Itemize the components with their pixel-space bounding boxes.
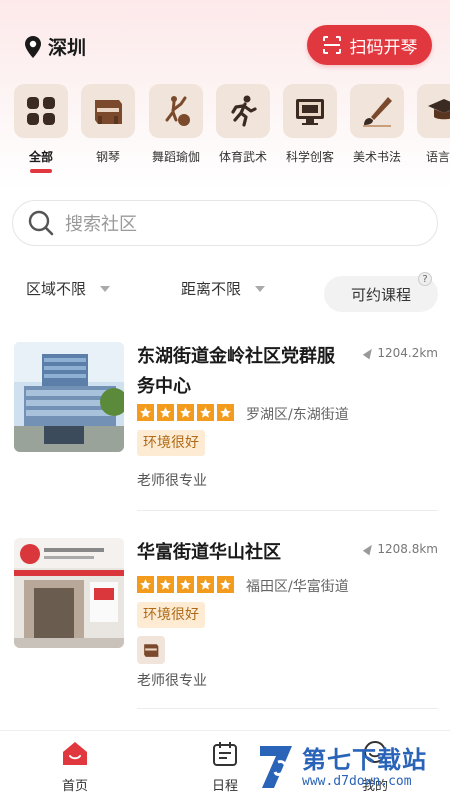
- community-photo: [14, 538, 124, 648]
- star-icon: [217, 404, 234, 421]
- community-photo: [14, 342, 124, 452]
- distance-readout: 1208.8km: [363, 542, 438, 556]
- city-label: 深圳: [48, 37, 87, 59]
- category-language[interactable]: 语言口: [417, 84, 450, 165]
- dance-icon: [165, 96, 190, 126]
- graduation-cap-icon: [428, 99, 450, 120]
- star-icon: [157, 576, 174, 593]
- city-selector[interactable]: 深圳: [24, 33, 86, 60]
- search-icon: [28, 210, 54, 236]
- chevron-down-icon: [100, 285, 111, 292]
- piano-icon: [137, 636, 165, 664]
- calendar-icon: [213, 742, 237, 766]
- help-icon[interactable]: ?: [418, 272, 432, 286]
- available-courses-label: 可约课程: [350, 285, 411, 304]
- review-snippet: 老师很专业: [137, 673, 207, 689]
- category-label: 舞蹈瑜伽: [151, 150, 200, 164]
- region-filter-label: 区域不限: [26, 280, 87, 298]
- navigation-arrow-icon: [363, 346, 376, 360]
- nav-home[interactable]: 首页: [45, 739, 105, 794]
- star-icon: [217, 576, 234, 593]
- distance-filter-label: 距离不限: [181, 280, 242, 298]
- category-label: 体育武术: [218, 150, 267, 164]
- category-label: 美术书法: [352, 150, 401, 164]
- star-icon: [137, 576, 154, 593]
- category-label: 语言口: [425, 150, 450, 164]
- category-all[interactable]: 全部: [14, 84, 68, 173]
- category-dance-yoga[interactable]: 舞蹈瑜伽: [149, 84, 203, 165]
- review-snippet: 老师很专业: [137, 473, 207, 489]
- rating-stars: [137, 576, 234, 593]
- star-icon: [137, 404, 154, 421]
- scan-open-piano-button[interactable]: 扫码开琴: [307, 25, 432, 65]
- watermark-title: 第七下载站: [302, 745, 427, 774]
- star-icon: [177, 404, 194, 421]
- home-icon: [63, 742, 87, 765]
- list-item[interactable]: 东湖街道金岭社区党群服务中心 1204.2km 罗湖区/东湖街道 环境很好 老师…: [14, 342, 438, 512]
- list-item[interactable]: 华富街道华山社区 1208.8km 福田区/华富街道 环境很好 老师很专业: [14, 538, 438, 709]
- category-sports[interactable]: 体育武术: [216, 84, 270, 165]
- distance-filter[interactable]: 距离不限: [181, 278, 266, 299]
- rating-stars: [137, 404, 234, 421]
- region-label: 罗湖区/东湖街道: [246, 407, 349, 423]
- nav-label: 日程: [211, 779, 238, 794]
- monitor-icon: [296, 99, 324, 125]
- nav-label: 首页: [61, 779, 88, 794]
- running-icon: [231, 95, 257, 127]
- distance-readout: 1204.2km: [363, 346, 438, 360]
- category-science[interactable]: 科学创客: [283, 84, 337, 165]
- watermark: 第七下载站 www.d7down.com: [256, 742, 427, 792]
- category-label: 钢琴: [95, 150, 120, 164]
- active-category-indicator: [30, 169, 52, 173]
- chevron-down-icon: [255, 285, 266, 292]
- scan-button-label: 扫码开琴: [349, 37, 418, 58]
- distance-value: 1204.2km: [377, 346, 438, 360]
- region-filter[interactable]: 区域不限: [26, 278, 111, 299]
- watermark-url: www.d7down.com: [302, 773, 412, 789]
- star-icon: [177, 576, 194, 593]
- location-pin-icon: [25, 35, 41, 58]
- star-icon: [197, 576, 214, 593]
- header: 深圳 扫码开琴: [0, 0, 450, 84]
- feature-tag: 环境很好: [137, 602, 205, 628]
- listing-title: 东湖街道金岭社区党群服务中心: [137, 346, 335, 397]
- distance-value: 1208.8km: [377, 542, 438, 556]
- search-placeholder: 搜索社区: [65, 214, 137, 235]
- scan-icon: [322, 36, 341, 54]
- feature-tag: 环境很好: [137, 430, 205, 456]
- star-icon: [197, 404, 214, 421]
- divider: [137, 708, 438, 709]
- region-label: 福田区/华富街道: [246, 579, 349, 595]
- watermark-logo: [260, 746, 292, 788]
- search-input[interactable]: 搜索社区: [12, 200, 438, 246]
- category-art[interactable]: 美术书法: [350, 84, 404, 165]
- navigation-arrow-icon: [363, 542, 376, 556]
- piano-icon: [95, 100, 122, 124]
- brush-icon: [363, 97, 392, 127]
- grid-icon: [27, 97, 55, 125]
- divider: [137, 510, 438, 511]
- category-bar: 全部 钢琴 舞蹈瑜伽 体育武术 科学创客 美术书法 语言: [14, 84, 450, 174]
- listing-title: 华富街道华山社区: [137, 542, 281, 563]
- category-piano[interactable]: 钢琴: [81, 84, 135, 165]
- star-icon: [157, 404, 174, 421]
- category-label: 全部: [28, 150, 53, 164]
- category-label: 科学创客: [285, 150, 334, 164]
- nav-schedule[interactable]: 日程: [195, 739, 255, 794]
